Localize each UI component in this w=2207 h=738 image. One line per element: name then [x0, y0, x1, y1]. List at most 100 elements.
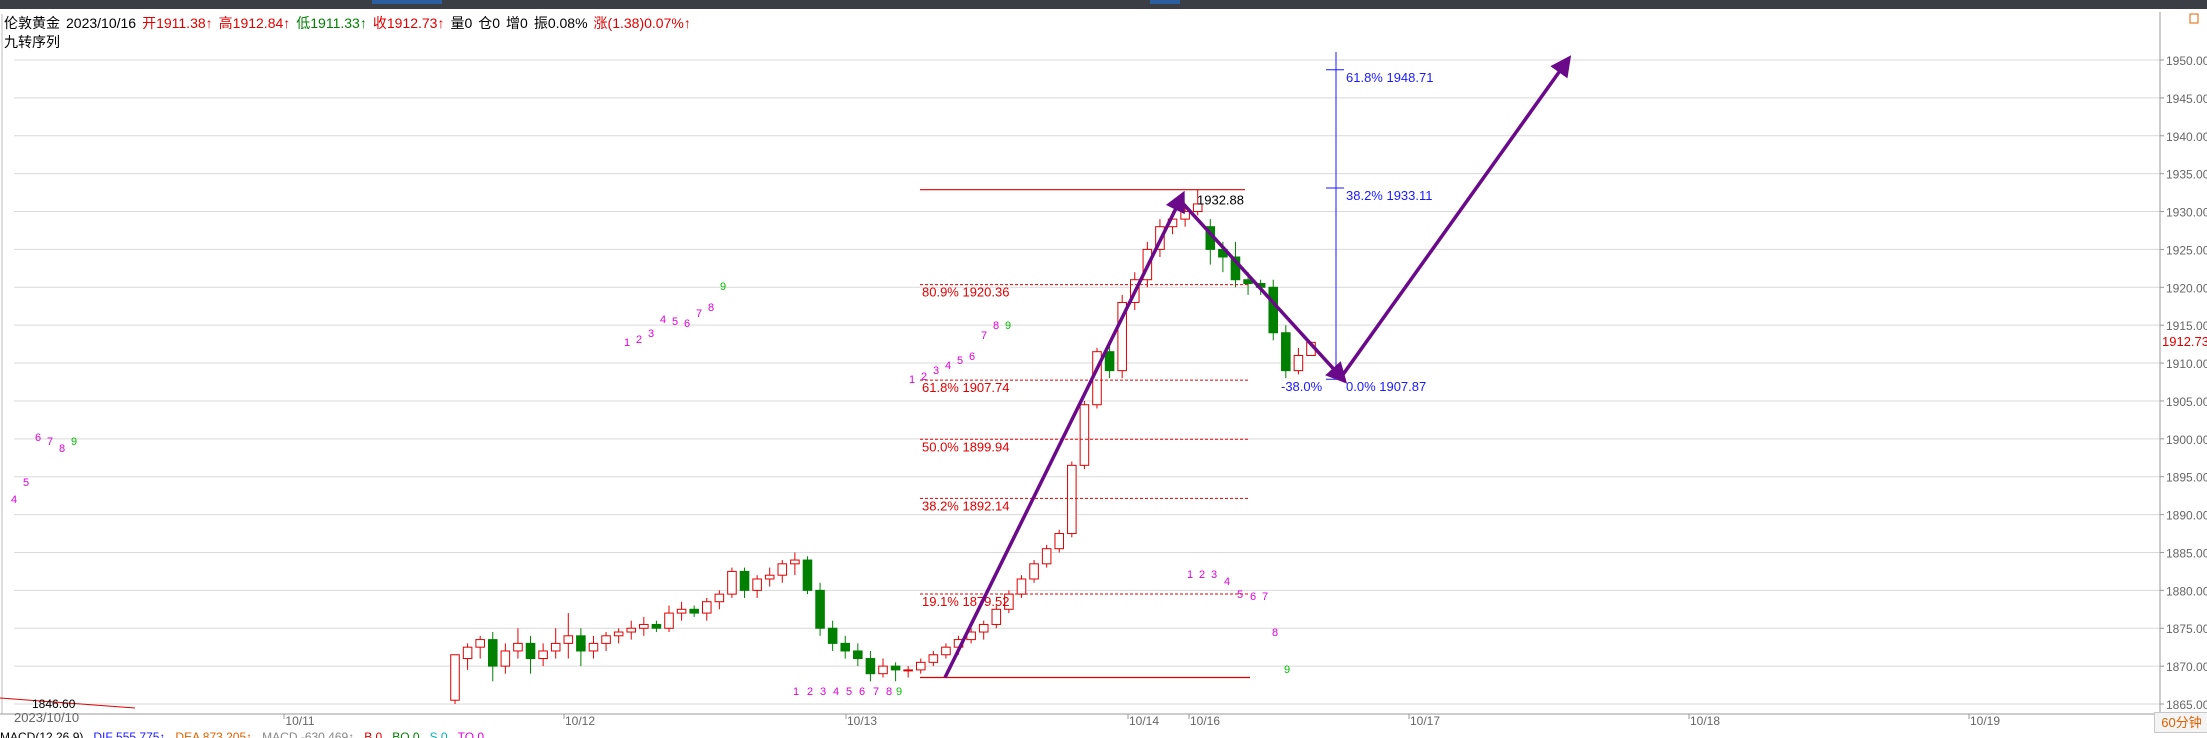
candle-body [752, 578, 762, 591]
td-sequence-count: 1 [624, 337, 630, 349]
td-sequence-count: 1 [909, 374, 915, 386]
y-tick-label: 1950.00 [2166, 54, 2207, 68]
y-tick-label: 1880.00 [2166, 584, 2207, 598]
td-sequence-count: 3 [820, 686, 826, 698]
candle-body [865, 658, 876, 675]
corner-icon [2189, 13, 2199, 24]
candle-body [601, 635, 611, 644]
fib-extension-label: 38.2% 1933.11 [1346, 188, 1433, 203]
td-sequence-count: 9 [1005, 320, 1011, 332]
x-tick-label: 10/17 [1410, 714, 1440, 728]
candle-body [538, 650, 548, 660]
candle-body [1293, 354, 1304, 372]
macd-name: MACD(12,26,9) [0, 730, 84, 738]
macd-dif: DIF 555.775↑ [93, 730, 166, 738]
td-sequence-count: 7 [696, 308, 702, 320]
candle-body [890, 665, 901, 671]
change: 涨(1.38)0.07%↑ [593, 15, 691, 31]
candle-body [727, 570, 737, 595]
td-sequence-count: 3 [933, 365, 939, 377]
td-sequence-count: 4 [660, 314, 666, 326]
price-chart[interactable]: 1865.001870.001875.001880.001885.001890.… [0, 0, 2207, 738]
fib-retracement-label: 38.2% 1892.14 [922, 498, 1009, 513]
td-sequence-count: 9 [1284, 664, 1290, 676]
volume: 量0 [450, 15, 473, 31]
candle-body [689, 608, 699, 614]
candle-body [903, 669, 913, 672]
td-sequence-count: 3 [1211, 569, 1217, 581]
quote-header: 伦敦黄金 2023/10/16 开1911.38↑ 高1912.84↑ 低1911.33… [4, 13, 697, 33]
candle-body [701, 601, 712, 614]
amplitude: 振0.08% [533, 15, 588, 31]
td-sequence-count: 6 [859, 686, 865, 698]
candle-body [739, 570, 750, 591]
increase: 增0 [506, 15, 528, 31]
macd-value: MACD -630.469↑ [262, 730, 355, 738]
fib-extension-label: -38.0% [1281, 379, 1323, 394]
td-sequence-count: 7 [873, 686, 879, 698]
candle-body [651, 623, 662, 629]
macd-extra-4: TO 0 [457, 730, 485, 738]
macd-indicator-row: MACD(12,26,9) DIF 555.775↑ DEA 873.205↑ MAC… [0, 730, 2207, 738]
candle-body [487, 639, 498, 667]
candle-body [1268, 286, 1279, 334]
td-sequence-count: 2 [1199, 569, 1205, 581]
candle-body [639, 623, 649, 629]
td-sequence-count: 4 [1224, 576, 1230, 588]
candle-body [1104, 351, 1115, 372]
td-sequence-count: 2 [807, 686, 813, 698]
candle-body [915, 661, 926, 671]
first-date-label: 2023/10/10 [14, 710, 80, 725]
y-tick-label: 1935.00 [2166, 168, 2207, 182]
y-tick-label: 1895.00 [2166, 471, 2207, 485]
candle-body [1054, 533, 1065, 550]
td-sequence-count: 8 [59, 443, 65, 455]
td-sequence-count: 1 [793, 686, 799, 698]
quote-date: 2023/10/16 [66, 15, 137, 31]
y-tick-label: 1865.00 [2166, 698, 2207, 712]
close-price: 收1912.73↑ [372, 15, 445, 31]
candle-body [827, 627, 838, 644]
y-tick-label: 1910.00 [2166, 357, 2207, 371]
last-price-tag: 1912.73 [2162, 334, 2207, 349]
fib-retracement-label: 61.8% 1907.74 [922, 380, 1009, 395]
td-sequence-count: 5 [23, 477, 29, 489]
candle-body [777, 563, 788, 576]
candle-body [613, 631, 624, 637]
candle-body [978, 623, 989, 633]
open-price: 开1911.38↑ [142, 15, 213, 31]
td-sequence-count: 5 [1237, 589, 1243, 601]
td-sequence-count: 1 [1187, 569, 1193, 581]
fib-retracement-label: 19.1% 1879.52 [922, 594, 1009, 609]
low-price: 低1911.33↑ [296, 15, 367, 31]
td-sequence-count: 6 [35, 432, 41, 444]
td-sequence-count: 9 [896, 686, 902, 698]
td-sequence-count: 8 [708, 302, 714, 314]
y-tick-label: 1885.00 [2166, 546, 2207, 560]
td-sequence-count: 6 [969, 351, 975, 363]
td-sequence-count: 5 [672, 316, 678, 328]
x-tick-label: 10/12 [565, 714, 595, 728]
td-sequence-count: 8 [993, 320, 999, 332]
candle-body [714, 593, 725, 603]
candle-body [878, 665, 888, 675]
swing-high-label: 1932.88 [1197, 193, 1244, 208]
open-interest: 仓0 [478, 15, 501, 31]
td-sequence-count: 2 [921, 371, 927, 383]
td-sequence-count: 8 [886, 686, 892, 698]
candle-body [563, 635, 574, 644]
candle-body [790, 559, 800, 565]
high-price: 高1912.84↑ [218, 15, 291, 31]
macd-dea: DEA 873.205↑ [175, 730, 253, 738]
candle-body [513, 642, 523, 652]
x-tick-label: 10/13 [847, 714, 877, 728]
td-sequence-count: 4 [833, 686, 839, 698]
projection-arrow [1340, 55, 1572, 377]
td-sequence-count: 7 [1262, 591, 1268, 603]
y-tick-label: 1905.00 [2166, 395, 2207, 409]
td-sequence-count: 6 [684, 318, 690, 330]
candle-body [802, 559, 813, 591]
td-sequence-count: 8 [1272, 627, 1278, 639]
pullback-arrow [1178, 198, 1348, 384]
candle-body [1041, 548, 1052, 565]
